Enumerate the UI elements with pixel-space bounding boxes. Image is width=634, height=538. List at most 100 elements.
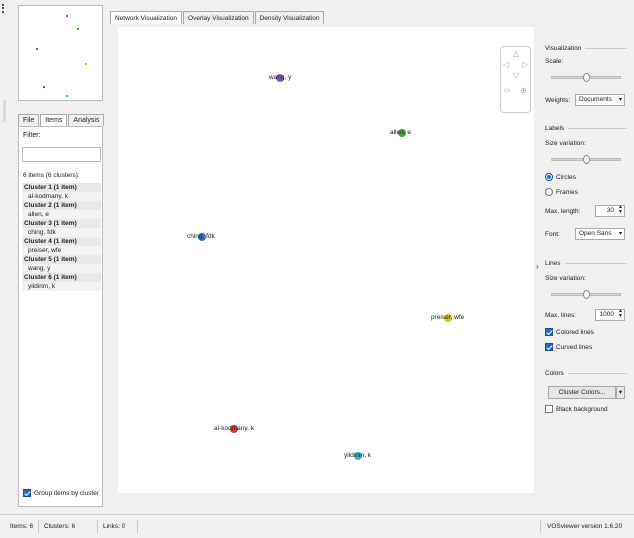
status-bar: Items: 6 Clusters: 6 Links: 0 VOSviewer … [0, 514, 634, 538]
list-item[interactable]: ching, fdk [22, 228, 101, 237]
radio-selected-icon[interactable] [545, 173, 553, 181]
minimap-point [43, 86, 45, 88]
tab-overlay-visualization[interactable]: Overlay Visualization [183, 11, 254, 24]
left-panel-tabs: File Items Analysis [18, 114, 105, 127]
items-summary: 6 items (6 clusters): [23, 172, 80, 179]
circles-label: Circles [556, 173, 576, 181]
cluster-header[interactable]: Cluster 1 (1 item) [22, 183, 101, 192]
status-separator [97, 520, 98, 533]
status-items: Items: 6 [10, 523, 34, 530]
lines-section-title: Lines [545, 260, 627, 267]
circles-radio[interactable]: Circles [545, 173, 576, 181]
cluster-header[interactable]: Cluster 6 (1 item) [22, 273, 101, 282]
tab-analysis[interactable]: Analysis [68, 114, 105, 126]
checkbox-checked-icon[interactable] [545, 343, 553, 351]
node-label: al-kodmany, k [214, 425, 254, 432]
node-label: ching, fdk [187, 233, 215, 240]
radio-icon[interactable] [545, 188, 553, 196]
spinner-arrows-icon[interactable]: ▲ ▼ [618, 205, 623, 215]
minimap-point [77, 28, 79, 30]
network-canvas[interactable]: wang, y allen, e ching, fdk preiser, wfe… [118, 27, 534, 493]
curved-lines-checkbox[interactable]: Curved lines [545, 343, 592, 351]
list-item[interactable]: preiser, wfe [22, 246, 101, 255]
checkbox-checked-icon[interactable] [23, 489, 31, 497]
status-links: Links: 0 [103, 523, 126, 530]
max-length-value: 30 [606, 207, 614, 214]
cluster-header[interactable]: Cluster 2 (1 item) [22, 201, 101, 210]
scale-slider[interactable] [551, 73, 621, 82]
cluster-header[interactable]: Cluster 3 (1 item) [22, 219, 101, 228]
chevron-down-icon: ▾ [618, 97, 622, 103]
max-length-label: Max. length: [545, 208, 581, 215]
font-select[interactable]: Open Sans ▾ [575, 228, 625, 240]
navigation-pad: △ ◁ ▷ ▽ ▭ ⊕ [500, 46, 531, 113]
cluster-colors-button[interactable]: Cluster Colors... [548, 386, 616, 399]
font-label: Font: [545, 231, 560, 238]
window-grip [0, 0, 7, 538]
lines-title: Lines [545, 260, 561, 267]
lines-size-variation-slider[interactable] [551, 290, 621, 299]
cluster-header[interactable]: Cluster 5 (1 item) [22, 255, 101, 264]
max-length-spinner[interactable]: 30 ▲ ▼ [595, 205, 625, 217]
divider [585, 48, 627, 49]
labels-size-variation-slider[interactable] [551, 155, 621, 164]
status-separator [540, 520, 541, 533]
weights-select[interactable]: Documents ▾ [575, 94, 625, 106]
font-value: Open Sans [579, 230, 612, 237]
divider [567, 373, 627, 374]
visualization-tabs: Network Visualization Overlay Visualizat… [110, 11, 325, 24]
group-by-cluster-checkbox[interactable]: Group items by cluster [23, 489, 99, 497]
slider-thumb[interactable] [583, 73, 590, 82]
checkbox-icon[interactable] [545, 405, 553, 413]
cluster-list: Cluster 1 (1 item) al-kodmany, k Cluster… [22, 183, 101, 291]
collapse-panel-arrow-icon[interactable]: › [536, 262, 539, 271]
options-panel: Visualization Scale: Weights: Documents ▾… [545, 45, 630, 495]
chevron-down-icon: ▾ [618, 389, 623, 396]
grip-dots [2, 4, 4, 13]
black-background-checkbox[interactable]: Black background [545, 405, 608, 413]
checkbox-checked-icon[interactable] [545, 328, 553, 336]
divider [568, 128, 627, 129]
cluster-header[interactable]: Cluster 4 (1 item) [22, 237, 101, 246]
pan-left-icon[interactable]: ◁ [503, 61, 509, 69]
pan-down-icon[interactable]: ▽ [513, 72, 519, 80]
status-separator [137, 520, 138, 533]
node-label: preiser, wfe [431, 314, 465, 321]
spinner-arrows-icon[interactable]: ▲ ▼ [618, 309, 623, 319]
colors-title: Colors [545, 370, 564, 377]
list-item[interactable]: yildirim, k [22, 282, 101, 291]
lines-size-variation-label: Size variation: [545, 275, 586, 282]
tab-density-visualization[interactable]: Density Visualization [254, 11, 325, 24]
pan-up-icon[interactable]: △ [513, 50, 519, 58]
zoom-in-icon[interactable]: ⊕ [520, 87, 527, 95]
list-item[interactable]: al-kodmany, k [22, 192, 101, 201]
frames-radio[interactable]: Frames [545, 188, 578, 196]
cluster-colors-menu-button[interactable]: ▾ [616, 386, 625, 399]
curved-lines-label: Curved lines [556, 343, 593, 351]
zoom-out-icon[interactable]: ▭ [504, 87, 511, 95]
filter-input[interactable] [22, 147, 101, 162]
tab-network-visualization[interactable]: Network Visualization [110, 11, 183, 24]
colored-lines-label: Colored lines [556, 328, 594, 336]
minimap-point [36, 48, 38, 50]
max-lines-spinner[interactable]: 1000 ▲ ▼ [595, 309, 625, 321]
group-by-cluster-label: Group items by cluster [34, 489, 100, 497]
visualization-title: Visualization [545, 45, 582, 52]
status-version: VOSviewer version 1.6.20 [547, 523, 623, 530]
overview-minimap[interactable] [18, 5, 103, 101]
scale-label: Scale: [545, 58, 564, 65]
filter-label: Filter: [23, 132, 41, 139]
minimap-point [85, 63, 87, 65]
slider-thumb[interactable] [583, 155, 590, 164]
labels-title: Labels [545, 125, 565, 132]
node-label: yildirim, k [344, 452, 372, 459]
list-item[interactable]: wang, y [22, 264, 101, 273]
tab-file[interactable]: File [18, 114, 40, 126]
pan-right-icon[interactable]: ▷ [522, 61, 528, 69]
colored-lines-checkbox[interactable]: Colored lines [545, 328, 594, 336]
slider-thumb[interactable] [583, 290, 590, 299]
colors-section-title: Colors [545, 370, 627, 377]
labels-section-title: Labels [545, 125, 627, 132]
chevron-down-icon: ▾ [618, 231, 622, 237]
list-item[interactable]: allen, e [22, 210, 101, 219]
